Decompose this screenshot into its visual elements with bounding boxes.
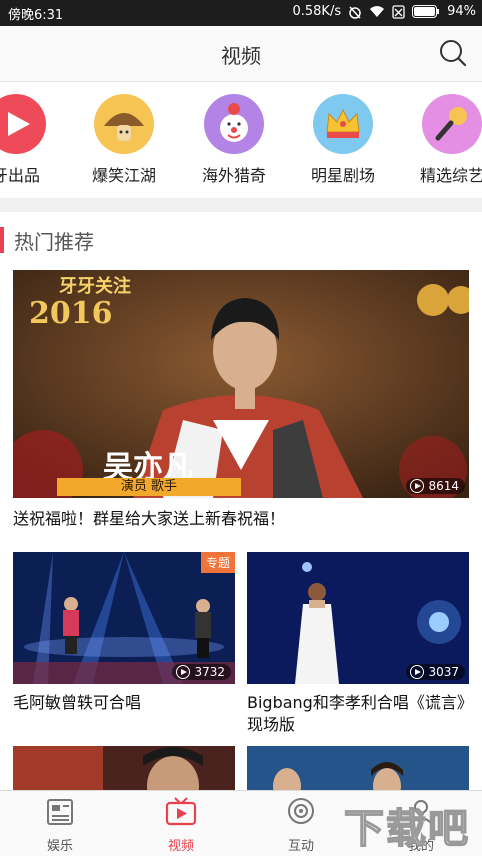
tab-interaction[interactable]: 互动: [261, 797, 341, 854]
wifi-icon: [370, 6, 385, 17]
play-count-icon: [410, 479, 425, 493]
view-count-badge: 3732: [172, 664, 231, 680]
section-divider: [0, 198, 482, 212]
featured-year-overlay: 2016: [29, 296, 113, 331]
category-item-zongyi[interactable]: 精选综艺: [400, 94, 482, 186]
tab-label: 视频: [167, 839, 194, 854]
battery-icon: [412, 5, 440, 18]
mushroom-icon: [94, 94, 154, 154]
category-label: 爆笑江湖: [91, 166, 156, 185]
video-caption[interactable]: Bigbang和李孝利合唱《谎言》现场版: [247, 692, 469, 736]
alarm-icon: [349, 5, 361, 19]
featured-role-plate: 演员 歌手: [57, 478, 241, 496]
view-count: 3732: [194, 665, 225, 679]
video-caption[interactable]: 毛阿敏曾轶可合唱: [13, 692, 235, 714]
battery-level: 94%: [447, 4, 476, 19]
microphone-icon: [422, 94, 482, 154]
section-header: 热门推荐: [0, 222, 94, 258]
video-image: [247, 746, 469, 790]
view-count-badge: 3037: [406, 664, 465, 680]
tab-entertainment[interactable]: 娱乐: [20, 797, 100, 854]
header: 视频: [0, 26, 482, 82]
news-icon: [47, 799, 73, 825]
tab-video[interactable]: 视频: [141, 797, 221, 854]
topic-tag: 专题: [200, 552, 235, 573]
view-count: 8614: [428, 479, 459, 493]
section-title: 热门推荐: [14, 229, 94, 254]
category-label: 牙出品: [0, 166, 40, 185]
play-icon: [0, 94, 46, 154]
featured-video-thumbnail[interactable]: 2016 牙牙关注 吴亦凡 演员 歌手 8614: [13, 270, 469, 498]
video-thumbnail[interactable]: [247, 746, 469, 790]
featured-video-caption[interactable]: 送祝福啦！群星给大家送上新春祝福！: [13, 508, 469, 530]
play-count-icon: [176, 665, 191, 679]
category-label: 明星剧场: [310, 166, 375, 185]
play-count-icon: [410, 665, 425, 679]
category-label: 海外猎奇: [201, 166, 266, 185]
tab-label: 娱乐: [46, 839, 73, 854]
tv-icon: [165, 797, 197, 826]
video-thumbnail[interactable]: 专题 3732: [13, 552, 235, 684]
video-thumbnail[interactable]: [13, 746, 235, 790]
video-image: [13, 746, 235, 790]
clown-icon: [204, 94, 264, 154]
view-count: 3037: [428, 665, 459, 679]
watermark-logo: 下载吧: [343, 805, 470, 853]
search-icon[interactable]: [438, 38, 468, 68]
interaction-icon: [288, 798, 314, 824]
view-count-badge: 8614: [406, 478, 465, 494]
section-accent-bar: [0, 227, 4, 253]
page-title: 视频: [221, 44, 261, 68]
crown-icon: [313, 94, 373, 154]
category-row: 牙出品 爆笑江湖 海外猎奇 明星剧场 精选综艺: [0, 82, 482, 198]
category-label: 精选综艺: [419, 166, 482, 185]
no-sim-icon: [392, 4, 405, 19]
category-item-yachupin[interactable]: 牙出品: [0, 94, 68, 186]
featured-banner-overlay: 牙牙关注: [59, 276, 131, 297]
network-speed: 0.58K/s: [292, 4, 342, 19]
category-item-baoxiao[interactable]: 爆笑江湖: [72, 94, 176, 186]
tab-label: 互动: [287, 839, 314, 854]
status-bar: 傍晚6:31 0.58K/s 94%: [0, 0, 482, 26]
video-thumbnail[interactable]: 3037: [247, 552, 469, 684]
status-time: 傍晚6:31: [8, 8, 64, 23]
category-item-mingxing[interactable]: 明星剧场: [291, 94, 395, 186]
category-item-haiwai[interactable]: 海外猎奇: [182, 94, 286, 186]
